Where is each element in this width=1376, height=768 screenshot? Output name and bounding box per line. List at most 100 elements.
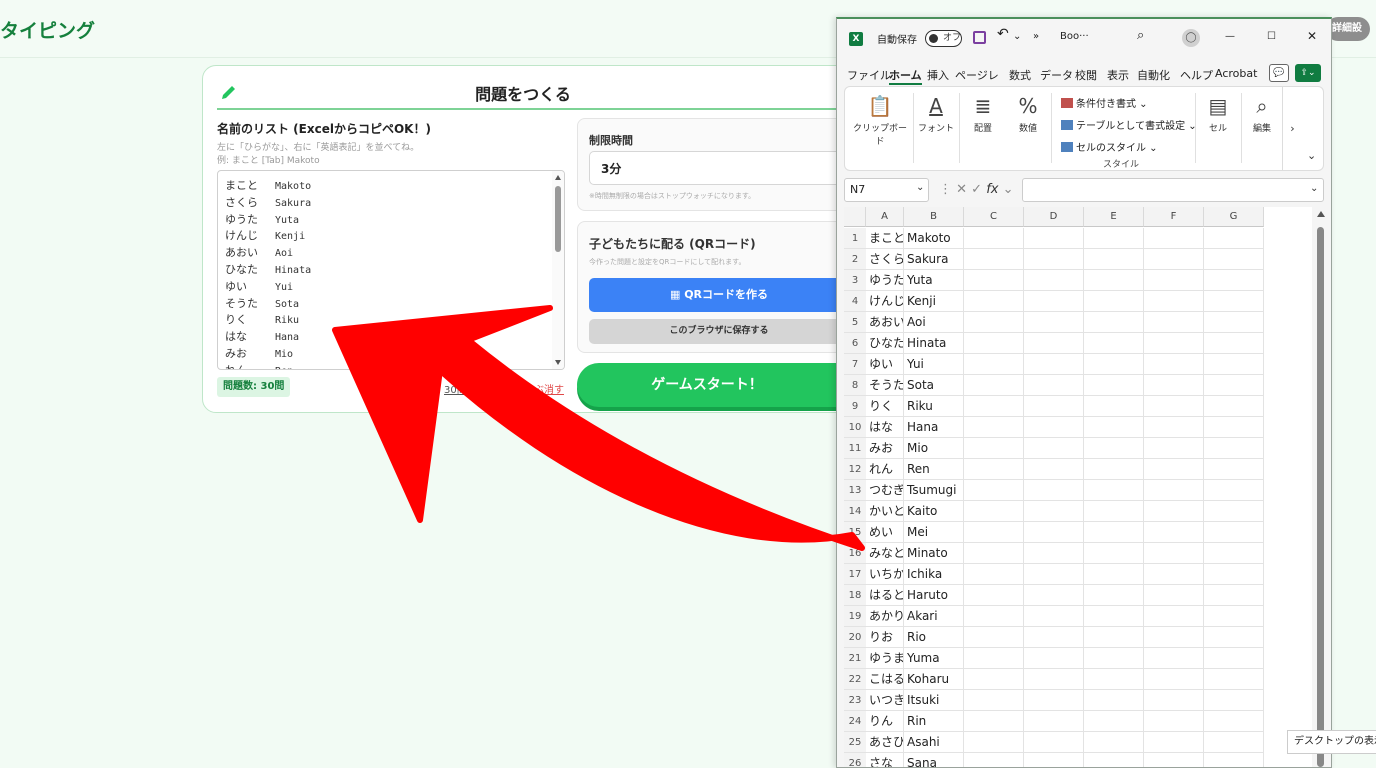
clear-all-link[interactable]: ぜんぶ消す [514, 381, 564, 396]
sheet-cell[interactable] [964, 417, 1024, 438]
sheet-cell[interactable] [1084, 333, 1144, 354]
spreadsheet-grid[interactable]: A B C D E F G 1 まこと Makoto 2 さくら Sakura 3 ゆうた Yuta 4 けんじ K… [844, 207, 1312, 767]
row-header[interactable]: 12 [844, 459, 866, 480]
sheet-cell[interactable]: つむぎ [866, 480, 904, 501]
row-header[interactable]: 9 [844, 396, 866, 417]
undo-dropdown-icon[interactable]: ⌄ [1013, 31, 1021, 42]
sheet-cell[interactable] [964, 354, 1024, 375]
sheet-cell[interactable] [964, 501, 1024, 522]
sheet-cell[interactable] [1144, 480, 1204, 501]
menu-tab[interactable]: 表示 [1107, 67, 1129, 83]
sheet-cell[interactable]: まこと [866, 228, 904, 249]
sheet-cell[interactable] [1084, 543, 1144, 564]
sheet-cell[interactable] [1084, 228, 1144, 249]
autosave-toggle[interactable]: オフ [925, 30, 962, 47]
sheet-cell[interactable] [964, 627, 1024, 648]
row-header[interactable]: 25 [844, 732, 866, 753]
sheet-cell[interactable] [1024, 249, 1084, 270]
sheet-cell[interactable] [1084, 417, 1144, 438]
sheet-cell[interactable]: いつき [866, 690, 904, 711]
sheet-cell[interactable] [964, 480, 1024, 501]
sheet-cell[interactable] [1144, 564, 1204, 585]
sheet-cell[interactable]: あおい [866, 312, 904, 333]
font-group[interactable]: A フォント [915, 87, 957, 170]
sheet-cell[interactable] [964, 606, 1024, 627]
sheet-cell[interactable]: Sakura [904, 249, 964, 270]
sheet-cell[interactable]: Akari [904, 606, 964, 627]
sheet-cell[interactable] [1024, 564, 1084, 585]
cells-group[interactable]: ▤ セル [1199, 87, 1237, 170]
sheet-cell[interactable] [964, 270, 1024, 291]
sheet-cell[interactable]: Aoi [904, 312, 964, 333]
sheet-cell[interactable] [1204, 354, 1264, 375]
row-header[interactable]: 10 [844, 417, 866, 438]
sheet-cell[interactable] [1084, 354, 1144, 375]
sheet-cell[interactable] [1144, 396, 1204, 417]
sheet-cell[interactable] [1084, 648, 1144, 669]
sheet-cell[interactable]: りお [866, 627, 904, 648]
more-commands[interactable]: » [1033, 31, 1039, 42]
sheet-cell[interactable] [1024, 375, 1084, 396]
sheet-cell[interactable] [1204, 627, 1264, 648]
row-header[interactable]: 19 [844, 606, 866, 627]
sheet-cell[interactable]: めい [866, 522, 904, 543]
sheet-cell[interactable] [1144, 417, 1204, 438]
row-header[interactable]: 11 [844, 438, 866, 459]
sheet-cell[interactable]: Tsumugi [904, 480, 964, 501]
sheet-cell[interactable]: りん [866, 711, 904, 732]
sheet-cell[interactable] [1144, 585, 1204, 606]
sheet-cell[interactable]: はな [866, 417, 904, 438]
save-icon[interactable] [973, 31, 986, 44]
sheet-cell[interactable]: Mei [904, 522, 964, 543]
sheet-cell[interactable]: Sana [904, 753, 964, 767]
sheet-cell[interactable] [1084, 270, 1144, 291]
sheet-cell[interactable] [1024, 270, 1084, 291]
sheet-cell[interactable] [1024, 543, 1084, 564]
sheet-cell[interactable]: こはる [866, 669, 904, 690]
sheet-cell[interactable]: みなと [866, 543, 904, 564]
sheet-cell[interactable] [1024, 585, 1084, 606]
row-header[interactable]: 1 [844, 228, 866, 249]
sheet-cell[interactable] [1144, 375, 1204, 396]
sheet-cell[interactable] [1204, 375, 1264, 396]
conditional-format-button[interactable]: 条件付き書式 ⌄ [1061, 95, 1148, 110]
sheet-cell[interactable] [1084, 732, 1144, 753]
sheet-cell[interactable] [964, 753, 1024, 767]
sheet-cell[interactable] [1144, 711, 1204, 732]
sheet-cell[interactable] [1084, 480, 1144, 501]
sheet-cell[interactable] [964, 228, 1024, 249]
sheet-cell[interactable] [964, 312, 1024, 333]
row-header[interactable]: 24 [844, 711, 866, 732]
sheet-cell[interactable] [1084, 690, 1144, 711]
row-header[interactable]: 3 [844, 270, 866, 291]
menu-tab[interactable]: Acrobat [1215, 67, 1257, 80]
sheet-cell[interactable]: Kaito [904, 501, 964, 522]
menu-tab[interactable]: 挿入 [927, 67, 949, 83]
sheet-cell[interactable] [1144, 648, 1204, 669]
sheet-cell[interactable] [1024, 732, 1084, 753]
sheet-cell[interactable] [1204, 585, 1264, 606]
name-box-dropdown-icon[interactable]: ⌄ [916, 182, 924, 193]
sheet-cell[interactable] [964, 522, 1024, 543]
sheet-cell[interactable] [1084, 249, 1144, 270]
sheet-cell[interactable]: Riku [904, 396, 964, 417]
sheet-cell[interactable]: いちか [866, 564, 904, 585]
sheet-cell[interactable]: Hana [904, 417, 964, 438]
sheet-cell[interactable]: ゆい [866, 354, 904, 375]
sheet-cell[interactable] [964, 690, 1024, 711]
sheet-cell[interactable] [1204, 543, 1264, 564]
column-header[interactable]: E [1084, 207, 1144, 227]
sheet-cell[interactable] [1204, 459, 1264, 480]
row-header[interactable]: 23 [844, 690, 866, 711]
sheet-cell[interactable] [964, 564, 1024, 585]
sheet-cell[interactable] [1024, 354, 1084, 375]
sheet-cell[interactable] [1144, 291, 1204, 312]
sheet-cell[interactable] [1204, 522, 1264, 543]
sheet-cell[interactable] [1204, 417, 1264, 438]
cell-style-button[interactable]: セルのスタイル ⌄ [1061, 139, 1158, 154]
sheet-cell[interactable] [1204, 606, 1264, 627]
row-header[interactable]: 21 [844, 648, 866, 669]
sheet-cell[interactable] [964, 711, 1024, 732]
sheet-cell[interactable] [1144, 333, 1204, 354]
sheet-cell[interactable] [1204, 438, 1264, 459]
